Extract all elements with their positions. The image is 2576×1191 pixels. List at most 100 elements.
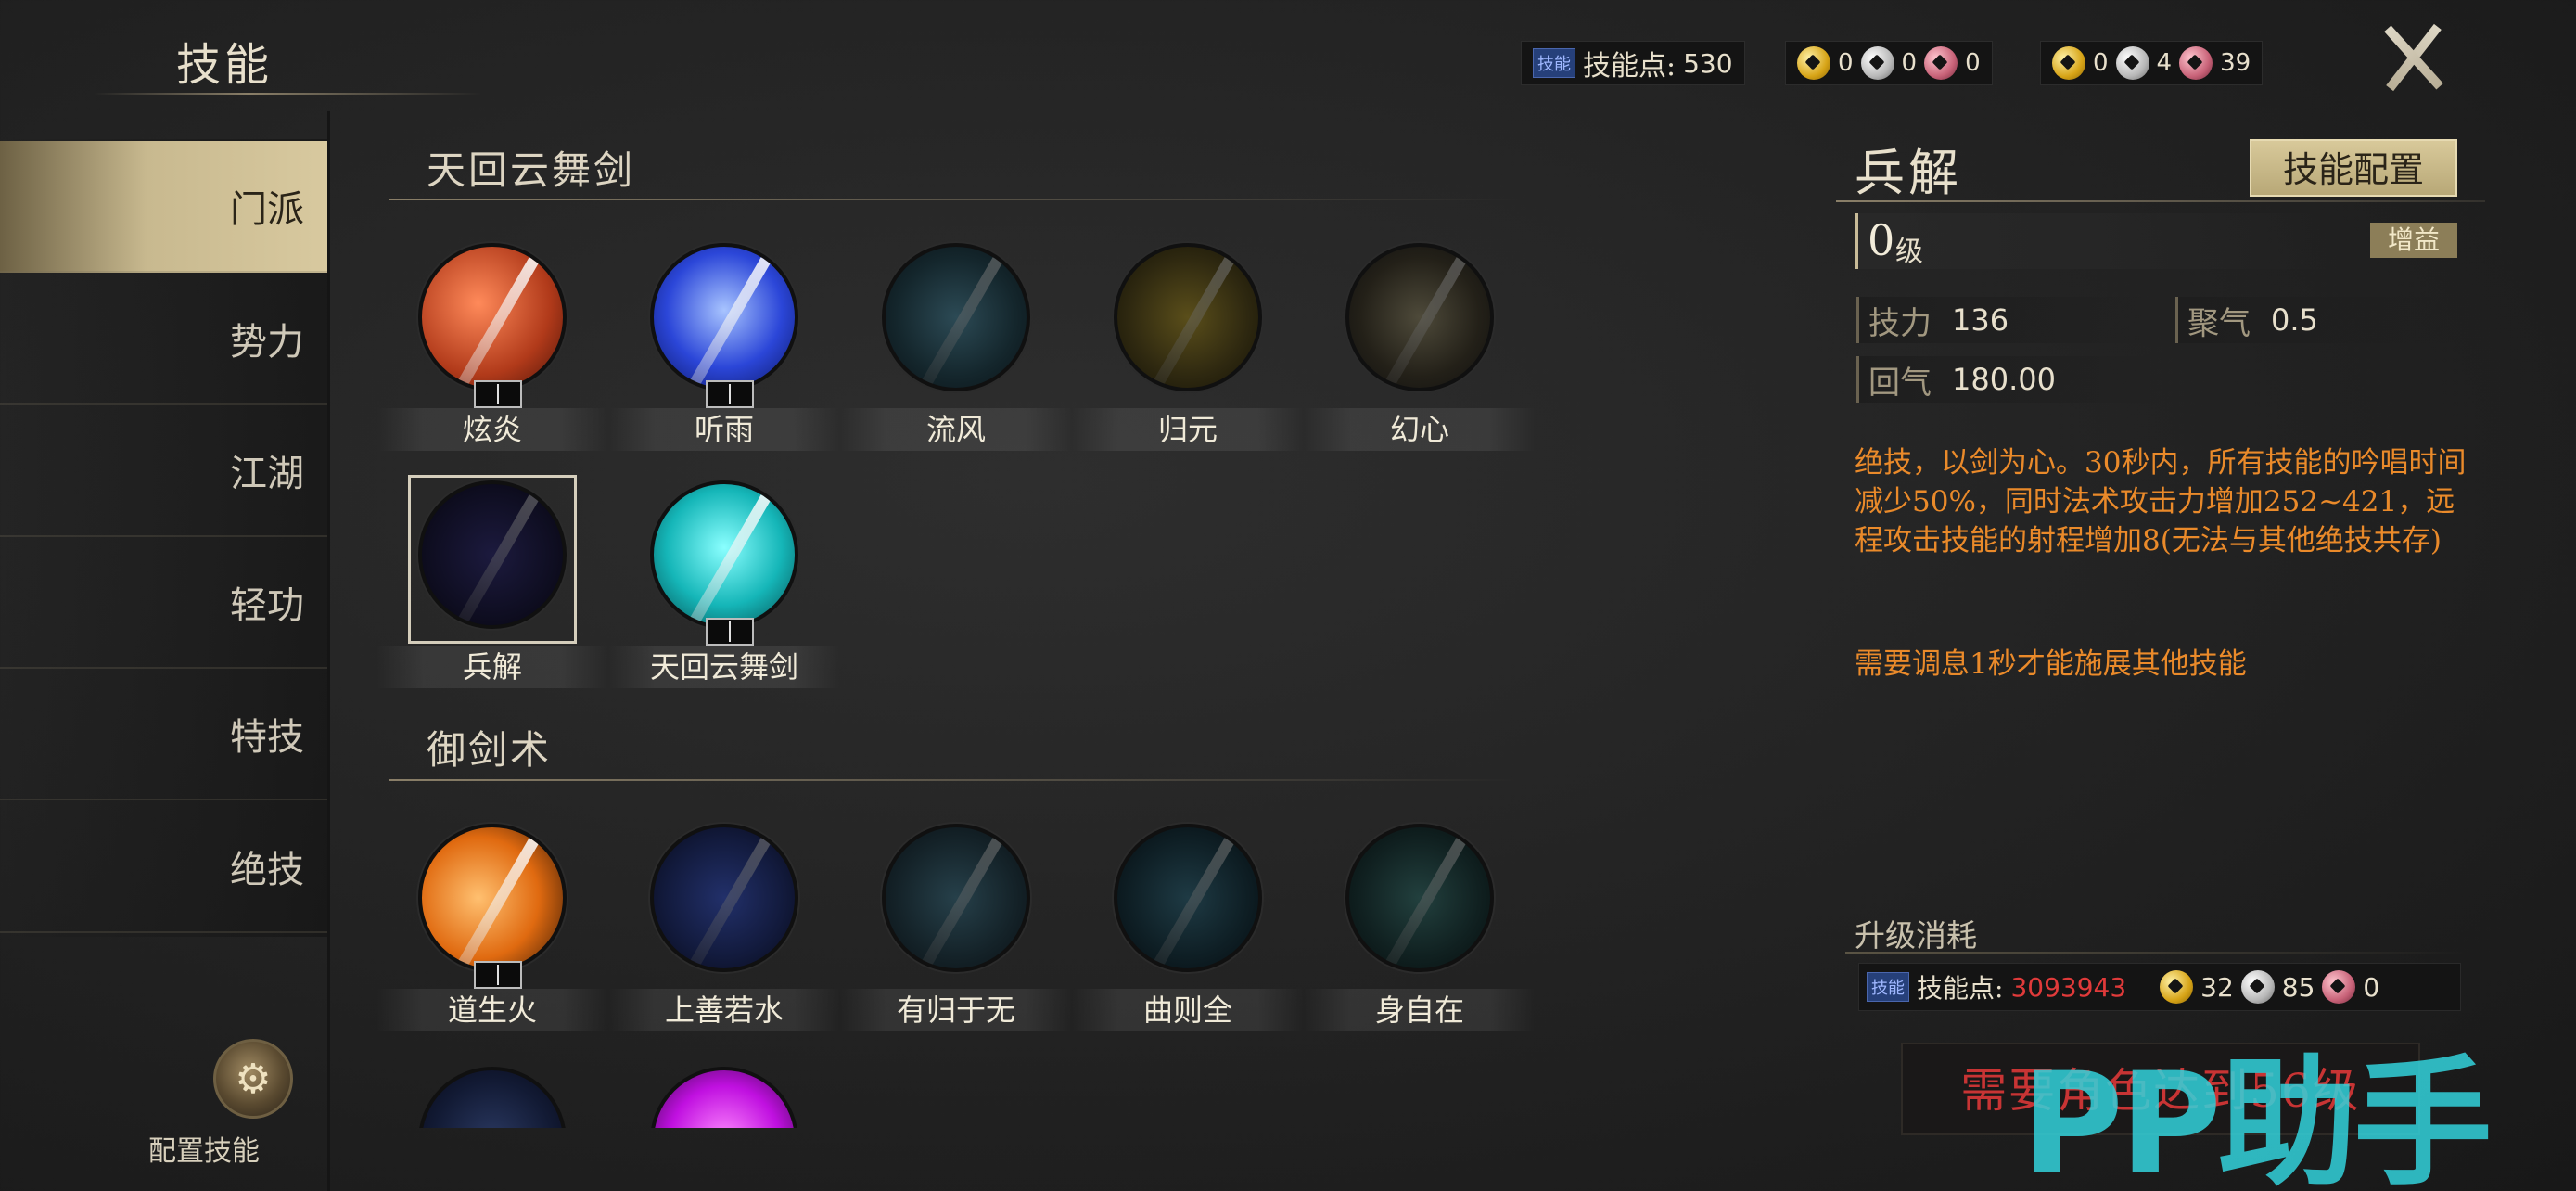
skill-name: 兵解 <box>376 646 608 688</box>
title-divider <box>93 93 482 95</box>
upgrade-silver: 85 <box>2281 971 2315 1003</box>
skill-youguiyuwu[interactable]: 有归于无 <box>840 824 1072 1037</box>
skill-name: 有归于无 <box>840 989 1072 1031</box>
sidebar-item-special[interactable]: 特技 <box>0 669 327 800</box>
section-title-tianhui: 天回云舞剑 <box>427 147 636 193</box>
skill-partial-1[interactable] <box>418 1067 567 1128</box>
skill-liufeng-icon <box>882 243 1030 391</box>
skill-shenzizai-icon <box>1345 824 1494 972</box>
sidebar-item-sect[interactable]: 门派 <box>0 141 327 273</box>
skill-level-indicator <box>474 961 522 989</box>
upgrade-copper: 0 <box>2363 971 2380 1003</box>
sidebar-divider <box>327 111 330 1191</box>
bound-silver-amount: 4 <box>2156 49 2173 77</box>
skill-tianhuiyunwujian[interactable]: 天回云舞剑 <box>608 480 840 694</box>
upgrade-cost-row: 技能 技能点: 3093943 32 85 0 <box>1858 963 2461 1011</box>
skill-guiyuan[interactable]: 归元 <box>1072 243 1304 456</box>
skill-tingyu-icon <box>650 243 798 391</box>
skill-name: 上善若水 <box>608 989 840 1031</box>
buff-tag: 增益 <box>2370 223 2457 258</box>
skill-huanxin-icon <box>1345 243 1494 391</box>
skill-points-value: 530 <box>1683 47 1733 79</box>
bound-gold-amount: 0 <box>2093 49 2109 77</box>
silver-amount: 0 <box>1901 49 1918 77</box>
skill-partial-2[interactable] <box>650 1067 798 1128</box>
currency-display-1: 0 0 0 <box>1785 41 1993 85</box>
skill-shangshanruoshui[interactable]: 上善若水 <box>608 824 840 1037</box>
gold-amount: 0 <box>1838 49 1854 77</box>
skill-name: 身自在 <box>1304 989 1536 1031</box>
stat-juqi: 聚气 0.5 <box>2175 297 2463 343</box>
configure-skills-label: 配置技能 <box>148 1135 260 1168</box>
copper-coin-icon <box>1924 46 1958 80</box>
skill-name: 曲则全 <box>1072 989 1304 1031</box>
configure-skills-icon: ⚙ <box>213 1039 293 1119</box>
skill-quzequan[interactable]: 曲则全 <box>1072 824 1304 1037</box>
section-divider <box>389 198 1521 200</box>
skill-detail-title: 兵解 <box>1855 144 1962 202</box>
skill-badge-icon: 技能 <box>1867 972 1909 1002</box>
upgrade-cost-title: 升级消耗 <box>1855 917 1977 954</box>
skill-badge-icon: 技能 <box>1533 48 1575 78</box>
sidebar-item-label: 门派 <box>230 188 304 231</box>
silver-coin-icon <box>2240 970 2275 1004</box>
upgrade-points-label: 技能点: <box>1917 973 2004 1004</box>
skill-partial-2-icon <box>650 1067 798 1128</box>
skill-name: 天回云舞剑 <box>608 646 840 688</box>
skill-partial-1-icon <box>418 1067 567 1128</box>
skill-daoshenghuo[interactable]: 道生火 <box>376 824 608 1037</box>
skill-name: 归元 <box>1072 408 1304 451</box>
stat-huiqi: 回气 180.00 <box>1856 356 2172 403</box>
currency-display-2: 0 4 39 <box>2040 41 2264 85</box>
skill-bingjie[interactable]: 兵解 <box>376 480 608 694</box>
page-title: 技能 <box>176 39 274 91</box>
stat-key: 回气 <box>1868 364 1932 402</box>
skill-level-value: 0 <box>1868 215 1895 265</box>
sidebar-item-jianghu[interactable]: 江湖 <box>0 405 327 537</box>
copper-coin-icon <box>2322 970 2356 1004</box>
skill-level-indicator <box>474 380 522 408</box>
sidebar-item-ultimate[interactable]: 绝技 <box>0 801 327 933</box>
skill-name: 幻心 <box>1304 408 1536 451</box>
sidebar-item-label: 江湖 <box>230 453 304 495</box>
sidebar-item-label: 势力 <box>230 321 304 364</box>
detail-divider <box>1836 200 2485 202</box>
skill-level-unit: 级 <box>1895 236 1923 268</box>
configure-skills-button[interactable]: ⚙ 配置技能 <box>148 1039 293 1168</box>
skill-huanxin[interactable]: 幻心 <box>1304 243 1536 456</box>
skill-name: 道生火 <box>376 989 608 1031</box>
level-bar <box>1855 213 2457 269</box>
skill-quzequan-icon <box>1114 824 1262 972</box>
skill-tingyu[interactable]: 听雨 <box>608 243 840 456</box>
skill-shangshanruoshui-icon <box>650 824 798 972</box>
stat-value: 136 <box>1952 302 2009 338</box>
skill-description: 绝技，以剑为心。30秒内，所有技能的吟唱时间减少50%，同时法术攻击力增加252… <box>1855 446 2467 557</box>
bound-gold-coin-icon <box>2052 46 2085 80</box>
skill-name: 流风 <box>840 408 1072 451</box>
upgrade-gold: 32 <box>2200 971 2234 1003</box>
skill-xuanyan[interactable]: 炫炎 <box>376 243 608 456</box>
sidebar-item-qinggong[interactable]: 轻功 <box>0 537 327 669</box>
stat-value: 180.00 <box>1952 362 2056 397</box>
stat-jili: 技力 136 <box>1856 297 2172 343</box>
skill-liufeng[interactable]: 流风 <box>840 243 1072 456</box>
sidebar-item-faction[interactable]: 势力 <box>0 274 327 405</box>
stat-key: 技力 <box>1868 304 1932 342</box>
bound-silver-coin-icon <box>2115 46 2149 80</box>
category-sidebar: 门派 势力 江湖 轻功 特技 绝技 <box>0 139 329 937</box>
skill-points-display: 技能 技能点: 530 <box>1521 41 1745 85</box>
skill-youguiyuwu-icon <box>882 824 1030 972</box>
skill-shenzizai[interactable]: 身自在 <box>1304 824 1536 1037</box>
gold-coin-icon <box>2160 970 2194 1004</box>
sidebar-item-label: 绝技 <box>230 849 304 891</box>
skill-config-button[interactable]: 技能配置 <box>2250 139 2457 197</box>
skill-guiyuan-icon <box>1114 243 1262 391</box>
skill-name: 炫炎 <box>376 408 608 451</box>
stat-value: 0.5 <box>2271 302 2318 338</box>
upgrade-divider <box>1845 952 2467 954</box>
skill-level-indicator <box>706 618 754 646</box>
close-icon[interactable] <box>2374 19 2452 96</box>
watermark: PP助手 <box>2021 1044 2493 1191</box>
skill-name: 听雨 <box>608 408 840 451</box>
skill-xuanyan-icon <box>418 243 567 391</box>
